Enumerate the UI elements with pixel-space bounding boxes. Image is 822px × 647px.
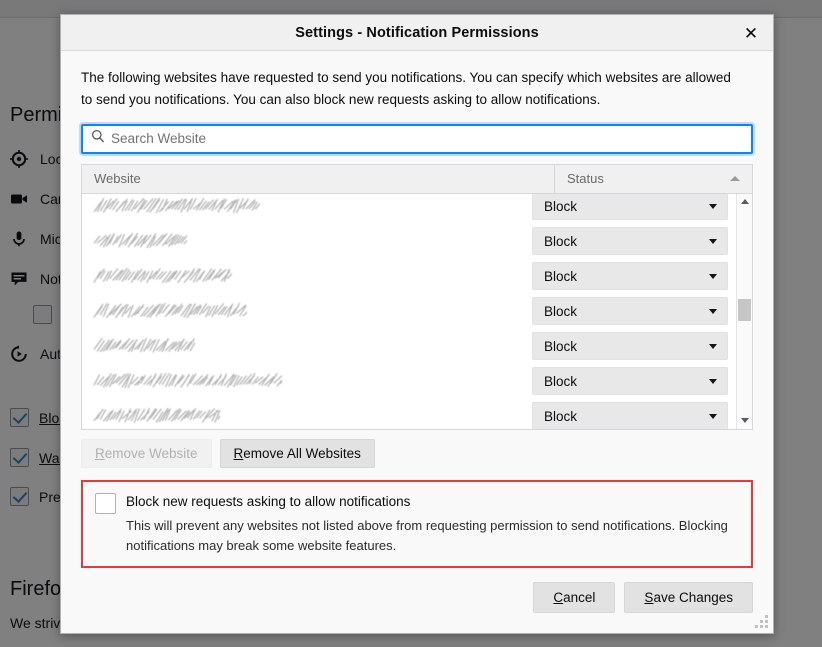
sort-ascending-icon	[730, 176, 740, 181]
grip-dot	[765, 615, 768, 618]
status-cell: Block	[532, 227, 730, 255]
remove-website-label-rest: emove Website	[105, 446, 198, 461]
status-dropdown-value: Block	[544, 374, 577, 389]
chevron-down-icon	[709, 309, 717, 314]
block-new-requests-description: This will prevent any websites not liste…	[126, 516, 739, 555]
status-dropdown[interactable]: Block	[532, 297, 728, 325]
remove-website-button[interactable]: Remove Website	[81, 439, 212, 468]
grip-dot	[760, 620, 763, 623]
status-dropdown-value: Block	[544, 339, 577, 354]
website-cell-redacted	[92, 370, 532, 392]
website-cell-redacted	[92, 335, 532, 357]
status-dropdown[interactable]: Block	[532, 332, 728, 360]
block-new-requests-highlight: Block new requests asking to allow notif…	[81, 480, 753, 569]
save-changes-button[interactable]: Save Changes	[624, 582, 753, 613]
status-dropdown[interactable]: Block	[532, 367, 728, 395]
resize-grip-icon[interactable]	[755, 615, 769, 629]
dialog-titlebar: Settings - Notification Permissions ✕	[61, 15, 773, 51]
block-new-requests-checkbox[interactable]	[95, 493, 116, 514]
status-dropdown[interactable]: Block	[532, 262, 728, 290]
chevron-up-icon	[741, 199, 749, 204]
column-header-status-label: Status	[567, 171, 604, 186]
chevron-down-icon	[709, 344, 717, 349]
block-new-requests-label[interactable]: Block new requests asking to allow notif…	[126, 492, 739, 512]
status-dropdown-value: Block	[544, 199, 577, 214]
dialog-footer: Cancel Save Changes	[81, 568, 753, 613]
chevron-down-icon	[709, 414, 717, 419]
website-cell-redacted	[92, 265, 532, 287]
status-cell: Block	[532, 262, 730, 290]
chevron-down-icon	[709, 274, 717, 279]
websites-table: Website Status BlockBlockBlockBlockBlock…	[81, 164, 753, 430]
table-scrollbar[interactable]	[736, 194, 752, 429]
search-icon	[91, 129, 105, 148]
search-input[interactable]	[111, 126, 751, 152]
website-cell-redacted	[92, 300, 532, 322]
close-icon[interactable]: ✕	[729, 15, 773, 51]
table-row[interactable]: Block	[82, 294, 736, 329]
status-dropdown[interactable]: Block	[532, 227, 728, 255]
remove-all-websites-button[interactable]: Remove All Websites	[220, 439, 375, 468]
remove-all-websites-label-rest: emove All Websites	[243, 446, 361, 461]
cancel-label-rest: ancel	[563, 590, 595, 605]
chevron-down-icon	[709, 239, 717, 244]
notification-permissions-dialog: Settings - Notification Permissions ✕ Th…	[60, 14, 774, 634]
chevron-down-icon	[741, 418, 749, 423]
grip-dot	[765, 620, 768, 623]
chevron-down-icon	[709, 379, 717, 384]
status-dropdown-value: Block	[544, 234, 577, 249]
table-action-buttons: Remove Website Remove All Websites	[81, 439, 753, 468]
table-row[interactable]: Block	[82, 399, 736, 429]
table-row[interactable]: Block	[82, 224, 736, 259]
search-website-field[interactable]	[81, 124, 753, 154]
grip-dot	[765, 625, 768, 628]
status-dropdown[interactable]: Block	[532, 402, 728, 429]
status-cell: Block	[532, 332, 730, 360]
status-cell: Block	[532, 297, 730, 325]
cancel-button[interactable]: Cancel	[533, 582, 615, 613]
grip-dot	[755, 625, 758, 628]
table-header-row: Website Status	[82, 165, 752, 194]
table-body: Block Block Block Block Block Block Block	[82, 194, 736, 429]
column-header-status[interactable]: Status	[554, 165, 752, 193]
scrollbar-thumb[interactable]	[738, 299, 751, 321]
dialog-title: Settings - Notification Permissions	[295, 25, 539, 41]
status-dropdown-value: Block	[544, 269, 577, 284]
status-cell: Block	[532, 194, 730, 221]
table-row[interactable]: Block	[82, 194, 736, 224]
block-new-requests-text: Block new requests asking to allow notif…	[126, 492, 739, 556]
status-dropdown-value: Block	[544, 304, 577, 319]
website-cell-redacted	[92, 230, 532, 252]
dialog-description: The following websites have requested to…	[81, 67, 741, 111]
status-cell: Block	[532, 402, 730, 429]
save-changes-label-rest: ave Changes	[653, 590, 733, 605]
dialog-body: The following websites have requested to…	[61, 51, 773, 633]
website-cell-redacted	[92, 195, 532, 217]
scrollbar-down-button[interactable]	[737, 413, 752, 429]
chevron-down-icon	[709, 204, 717, 209]
table-row[interactable]: Block	[82, 364, 736, 399]
grip-dot	[760, 625, 763, 628]
table-row[interactable]: Block	[82, 259, 736, 294]
website-cell-redacted	[92, 405, 532, 427]
column-header-website[interactable]: Website	[82, 171, 554, 186]
status-dropdown[interactable]: Block	[532, 194, 728, 221]
table-row[interactable]: Block	[82, 329, 736, 364]
scrollbar-up-button[interactable]	[737, 194, 752, 210]
table-body-wrap: Block Block Block Block Block Block Block	[82, 194, 752, 429]
status-dropdown-value: Block	[544, 409, 577, 424]
status-cell: Block	[532, 367, 730, 395]
